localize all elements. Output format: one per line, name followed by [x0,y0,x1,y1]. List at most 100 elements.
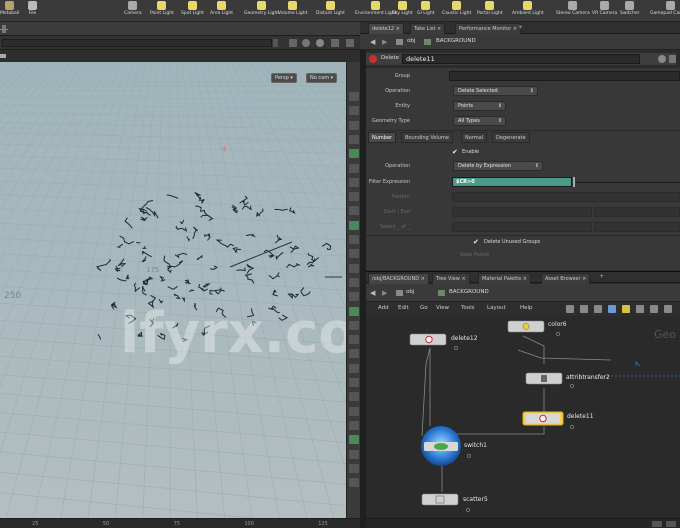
grid-icon[interactable] [594,305,602,313]
back-arrow-icon[interactable]: ◀ [370,289,375,297]
tool-handle-icon[interactable] [0,54,6,58]
smooth-icon[interactable] [349,134,359,144]
path-field[interactable] [2,39,272,47]
viewport-canvas[interactable]: + 250 175 lfyrx.com [0,62,346,518]
shaded-icon[interactable] [349,120,359,130]
snap-icon[interactable] [349,263,359,273]
field-handle[interactable] [573,177,575,187]
menu-edit[interactable]: Edit [398,305,409,311]
background-icon[interactable] [349,335,359,345]
ghost-icon[interactable] [349,192,359,202]
sticky-note-icon[interactable] [622,305,630,313]
shelf-tool-file[interactable]: File [28,1,37,21]
materials-icon[interactable] [349,435,359,445]
camera-icon[interactable] [636,305,644,313]
zoom-icon[interactable] [652,521,662,527]
group-field[interactable] [449,71,680,81]
forward-arrow-icon[interactable]: ▶ [382,289,387,297]
pin-icon[interactable] [289,39,297,47]
menu-tools[interactable]: Tools [461,305,475,311]
template-icon[interactable] [349,449,359,459]
wire-icon[interactable] [650,305,658,313]
handles-icon[interactable] [349,306,359,316]
camera-dropdown[interactable]: No cam ▾ [306,73,338,83]
wrench-icon[interactable] [566,305,574,313]
filter-expression-field[interactable]: $CR>0 [452,177,572,187]
of-field[interactable] [594,222,680,232]
tab-take-list[interactable]: Take List × [410,23,446,34]
delete-unused-checkbox[interactable]: ✔ [473,238,479,246]
close-pane-icon[interactable] [346,39,354,47]
back-arrow-icon[interactable]: ◀ [370,38,375,46]
shelf-tool-camera[interactable]: Camera [124,1,142,21]
shelf-tool-portal-light[interactable]: Portal Light [477,1,503,21]
enable-checkbox[interactable]: ✔ [452,148,458,156]
shelf-tool-environment-light[interactable]: Environment Light [355,1,396,21]
scene-viewport[interactable]: + 250 175 lfyrx.com [0,62,346,518]
palette-icon[interactable] [608,305,616,313]
persp-dropdown[interactable]: Persp ▾ [271,73,297,83]
menu-view[interactable]: View [436,305,449,311]
shelf-tool-gamepad-camera[interactable]: Gamepad Camera [650,1,680,21]
flipbook-icon[interactable] [349,406,359,416]
tab-tree-view[interactable]: Tree View × [432,273,470,284]
tab-obj-background[interactable]: /obj/BACKGROUND × [368,273,429,284]
edges-icon[interactable] [349,235,359,244]
select-mode-icon[interactable] [349,206,359,216]
path-obj[interactable]: obj [406,289,414,295]
path-obj[interactable]: obj [407,38,415,44]
shelf-tool-switcher[interactable]: Switcher [620,1,640,21]
tab-performance-monitor[interactable]: Performance Monitor × [455,23,522,34]
shelf-tool-ambient-light[interactable]: Ambient Light [512,1,544,21]
pattern-field[interactable] [452,192,680,202]
output-icon[interactable] [349,478,359,488]
entity-menu[interactable]: Points ⇕ [453,101,506,111]
operation-menu[interactable]: Delete Selected ⇕ [453,86,538,96]
shelf-tool-sky-light[interactable]: Sky Light [392,1,413,21]
tab-bounding-volume[interactable]: Bounding Volume [401,132,453,143]
tab-delete12[interactable]: delete12 × [368,23,404,34]
shelf-tool-point-light[interactable]: Point Light [150,1,174,21]
scene-view-icon[interactable] [349,392,359,402]
shelf-tool-gi-light[interactable]: GI Light [417,1,434,21]
start-field[interactable] [452,207,592,217]
operation2-menu[interactable]: Delete by Expression ⇕ [453,161,543,171]
shelf-tool-vr-camera[interactable]: VR Camera [592,1,617,21]
add-tab-icon[interactable]: + [599,273,604,280]
menu-help[interactable]: Help [520,305,533,311]
lights-icon[interactable] [349,177,359,187]
tab-asset-browser[interactable]: Asset Browser × [541,273,591,284]
transform-icon[interactable] [349,292,359,302]
shelf-tool-geometry-light[interactable]: Geometry Light [244,1,279,21]
network-canvas[interactable]: Geo [366,316,680,518]
shelf-tool-area-light[interactable]: Area Light [210,1,233,21]
fit-icon[interactable] [666,521,676,527]
display-options-icon[interactable] [349,92,359,101]
menu-add[interactable]: Add [378,305,389,311]
wireframe-icon[interactable] [349,106,359,116]
tab-degenerate[interactable]: Degenerate [492,132,530,143]
clipboard-icon[interactable] [580,305,588,313]
keep-points-label[interactable]: Keep Points [460,252,489,258]
end-field[interactable] [594,207,680,217]
shelf-tool-volume-light[interactable]: Volume Light [278,1,307,21]
path-background[interactable]: BACKGROUND [436,38,476,44]
select-field[interactable] [452,222,592,232]
swatch-icon[interactable] [664,305,672,313]
add-tab-icon[interactable]: + [518,24,523,31]
render-icon[interactable] [349,420,359,430]
xray-icon[interactable] [349,463,359,473]
help-icon[interactable] [669,55,676,63]
tab-number[interactable]: Number [368,132,397,143]
cog-icon[interactable] [302,39,310,47]
points-icon[interactable] [349,220,359,230]
visualize-icon[interactable] [349,320,359,330]
help-icon[interactable] [316,39,324,47]
grid-icon[interactable] [349,277,359,287]
camera-icon[interactable] [349,163,359,173]
geometry-type-menu[interactable]: All Types ⇕ [453,116,506,126]
shelf-tool-spot-light[interactable]: Spot Light [181,1,204,21]
texture-icon[interactable] [349,149,359,159]
tab-normal[interactable]: Normal [461,132,488,143]
safe-area-icon[interactable] [349,349,359,359]
